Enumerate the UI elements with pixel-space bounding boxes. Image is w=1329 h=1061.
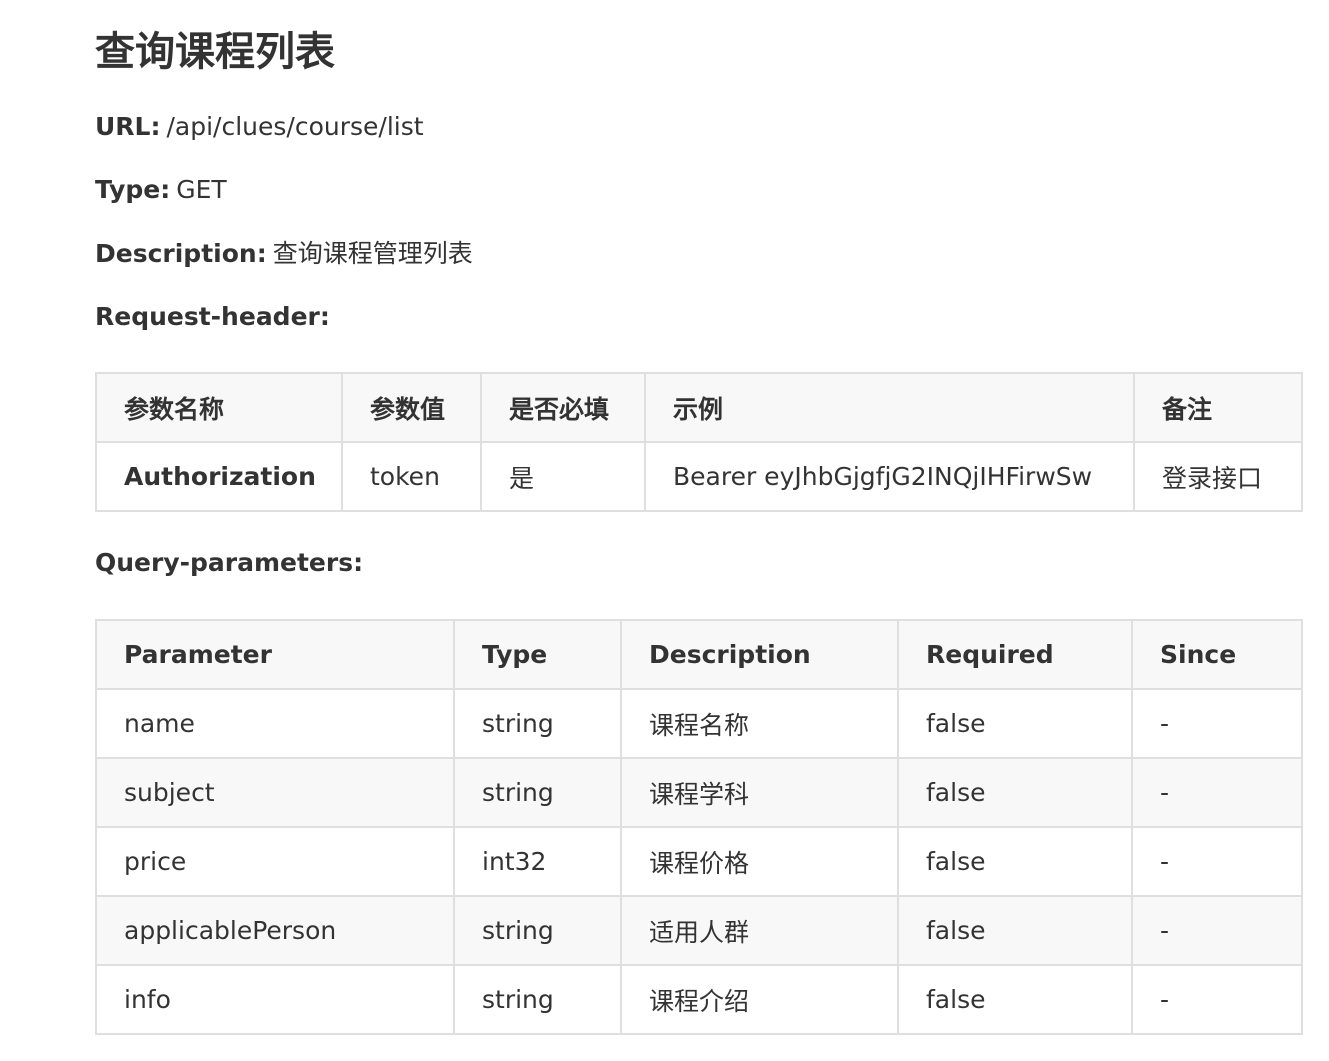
url-value: /api/clues/course/list xyxy=(166,112,424,141)
description-line: Description: 查询课程管理列表 xyxy=(95,237,473,271)
table-cell: 课程名称 xyxy=(620,688,899,759)
table-row: price int32 课程价格 false - xyxy=(95,826,1303,897)
table-cell: subject xyxy=(95,757,455,828)
request-header-label: Request-header: xyxy=(95,302,330,331)
table-cell: string xyxy=(453,964,622,1035)
table-row: applicablePerson string 适用人群 false - xyxy=(95,895,1303,966)
table-cell: false xyxy=(897,688,1133,759)
table-cell: token xyxy=(341,441,482,512)
column-header: 是否必填 xyxy=(480,372,646,443)
table-cell: false xyxy=(897,826,1133,897)
table-cell: false xyxy=(897,964,1133,1035)
table-cell: false xyxy=(897,757,1133,828)
page-title: 查询课程列表 xyxy=(95,29,335,75)
table-cell: - xyxy=(1131,964,1303,1035)
query-parameters-label: Query-parameters: xyxy=(95,548,364,577)
column-header: 备注 xyxy=(1133,372,1303,443)
column-header: Required xyxy=(897,619,1133,690)
table-cell: name xyxy=(95,688,455,759)
column-header: 参数名称 xyxy=(95,372,343,443)
table-cell: - xyxy=(1131,688,1303,759)
query-parameters-heading: Query-parameters: xyxy=(95,546,363,580)
table-cell: price xyxy=(95,826,455,897)
table-cell: string xyxy=(453,895,622,966)
column-header: Since xyxy=(1131,619,1303,690)
description-value: 查询课程管理列表 xyxy=(272,239,473,268)
type-label: Type: xyxy=(95,175,171,204)
table-row: name string 课程名称 false - xyxy=(95,688,1303,759)
table-row: info string 课程介绍 false - xyxy=(95,964,1303,1035)
table-cell: - xyxy=(1131,895,1303,966)
query-parameters-table: Parameter Type Description Required Sinc… xyxy=(95,619,1303,1035)
table-row: Authorization token 是 Bearer eyJhbGjgfjG… xyxy=(95,441,1303,512)
table-cell: 是 xyxy=(480,441,646,512)
url-line: URL:/api/clues/course/list xyxy=(95,110,424,144)
type-line: Type: GET xyxy=(95,173,227,207)
column-header: Type xyxy=(453,619,622,690)
column-header: 示例 xyxy=(644,372,1135,443)
table-cell: - xyxy=(1131,826,1303,897)
description-label: Description: xyxy=(95,239,267,268)
url-label: URL: xyxy=(95,112,161,141)
table-cell: applicablePerson xyxy=(95,895,455,966)
table-header-row: Parameter Type Description Required Sinc… xyxy=(95,619,1303,690)
request-header-table: 参数名称 参数值 是否必填 示例 备注 Authorization token … xyxy=(95,372,1303,512)
table-cell: string xyxy=(453,757,622,828)
table-cell: string xyxy=(453,688,622,759)
table-cell: 课程价格 xyxy=(620,826,899,897)
column-header: 参数值 xyxy=(341,372,482,443)
table-cell: - xyxy=(1131,757,1303,828)
column-header: Parameter xyxy=(95,619,455,690)
table-cell: Bearer eyJhbGjgfjG2INQjIHFirwSw xyxy=(644,441,1135,512)
table-cell: info xyxy=(95,964,455,1035)
table-cell: int32 xyxy=(453,826,622,897)
request-header-heading: Request-header: xyxy=(95,300,330,334)
table-cell: Authorization xyxy=(95,441,343,512)
table-row: subject string 课程学科 false - xyxy=(95,757,1303,828)
table-cell: 课程学科 xyxy=(620,757,899,828)
table-header-row: 参数名称 参数值 是否必填 示例 备注 xyxy=(95,372,1303,443)
column-header: Description xyxy=(620,619,899,690)
table-cell: 课程介绍 xyxy=(620,964,899,1035)
type-value: GET xyxy=(176,175,227,204)
table-cell: 适用人群 xyxy=(620,895,899,966)
table-cell: 登录接口 xyxy=(1133,441,1303,512)
table-cell: false xyxy=(897,895,1133,966)
